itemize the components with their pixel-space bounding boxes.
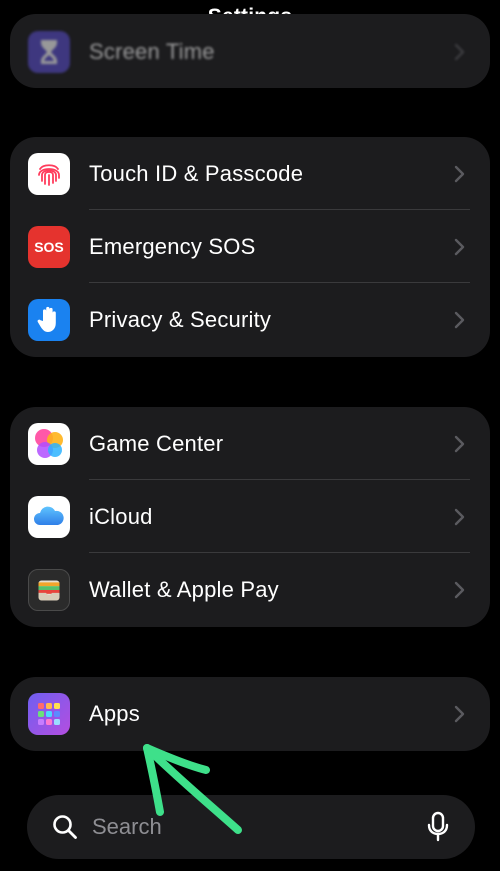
chevron-right-icon xyxy=(454,165,465,182)
search-input[interactable]: Search xyxy=(92,814,162,840)
settings-row-emergency-sos[interactable]: SOS Emergency SOS xyxy=(10,210,490,283)
settings-row-label: Emergency SOS xyxy=(89,233,256,259)
fingerprint-icon xyxy=(28,152,70,195)
apps-grid-icon xyxy=(28,693,70,735)
settings-row-apps[interactable]: Apps xyxy=(10,677,490,751)
settings-row-game-center[interactable]: Game Center xyxy=(10,407,490,480)
settings-row-icloud[interactable]: iCloud xyxy=(10,480,490,553)
settings-row-privacy-security[interactable]: Privacy & Security xyxy=(10,283,490,356)
chevron-right-icon xyxy=(454,508,465,525)
settings-group-services: Game Center iCloud Wallet & Apple Pay xyxy=(10,407,490,627)
settings-row-label: Game Center xyxy=(89,430,224,456)
settings-row-label: iCloud xyxy=(89,503,153,529)
hourglass-icon xyxy=(28,30,70,73)
settings-row-wallet[interactable]: Wallet & Apple Pay xyxy=(10,553,490,626)
settings-row-label: Privacy & Security xyxy=(89,306,272,332)
search-icon xyxy=(53,815,77,839)
microphone-icon[interactable] xyxy=(427,811,449,843)
game-center-icon xyxy=(28,422,70,465)
chevron-right-icon xyxy=(454,238,465,255)
settings-row-screen-time[interactable]: Screen Time xyxy=(10,15,490,88)
sos-icon-text: SOS xyxy=(34,238,64,255)
sos-icon: SOS xyxy=(28,225,70,268)
chevron-right-icon xyxy=(454,581,465,598)
settings-row-label: Screen Time xyxy=(89,38,215,64)
settings-row-label: Wallet & Apple Pay xyxy=(89,576,279,602)
settings-row-touch-id[interactable]: Touch ID & Passcode xyxy=(10,137,490,210)
cloud-icon xyxy=(28,495,70,538)
settings-group-apps: Apps xyxy=(10,677,490,751)
chevron-right-icon xyxy=(454,311,465,328)
hand-icon xyxy=(28,298,70,341)
chevron-right-icon xyxy=(454,705,465,723)
chevron-right-icon xyxy=(454,435,465,452)
chevron-right-icon xyxy=(454,43,465,60)
settings-row-label: Touch ID & Passcode xyxy=(89,160,304,186)
settings-group-security: Touch ID & Passcode SOS Emergency SOS Pr… xyxy=(10,137,490,357)
settings-row-label: Apps xyxy=(89,701,140,726)
settings-group-screen-time: Screen Time xyxy=(10,14,490,88)
wallet-icon xyxy=(28,568,70,611)
search-bar[interactable]: Search xyxy=(27,795,475,859)
